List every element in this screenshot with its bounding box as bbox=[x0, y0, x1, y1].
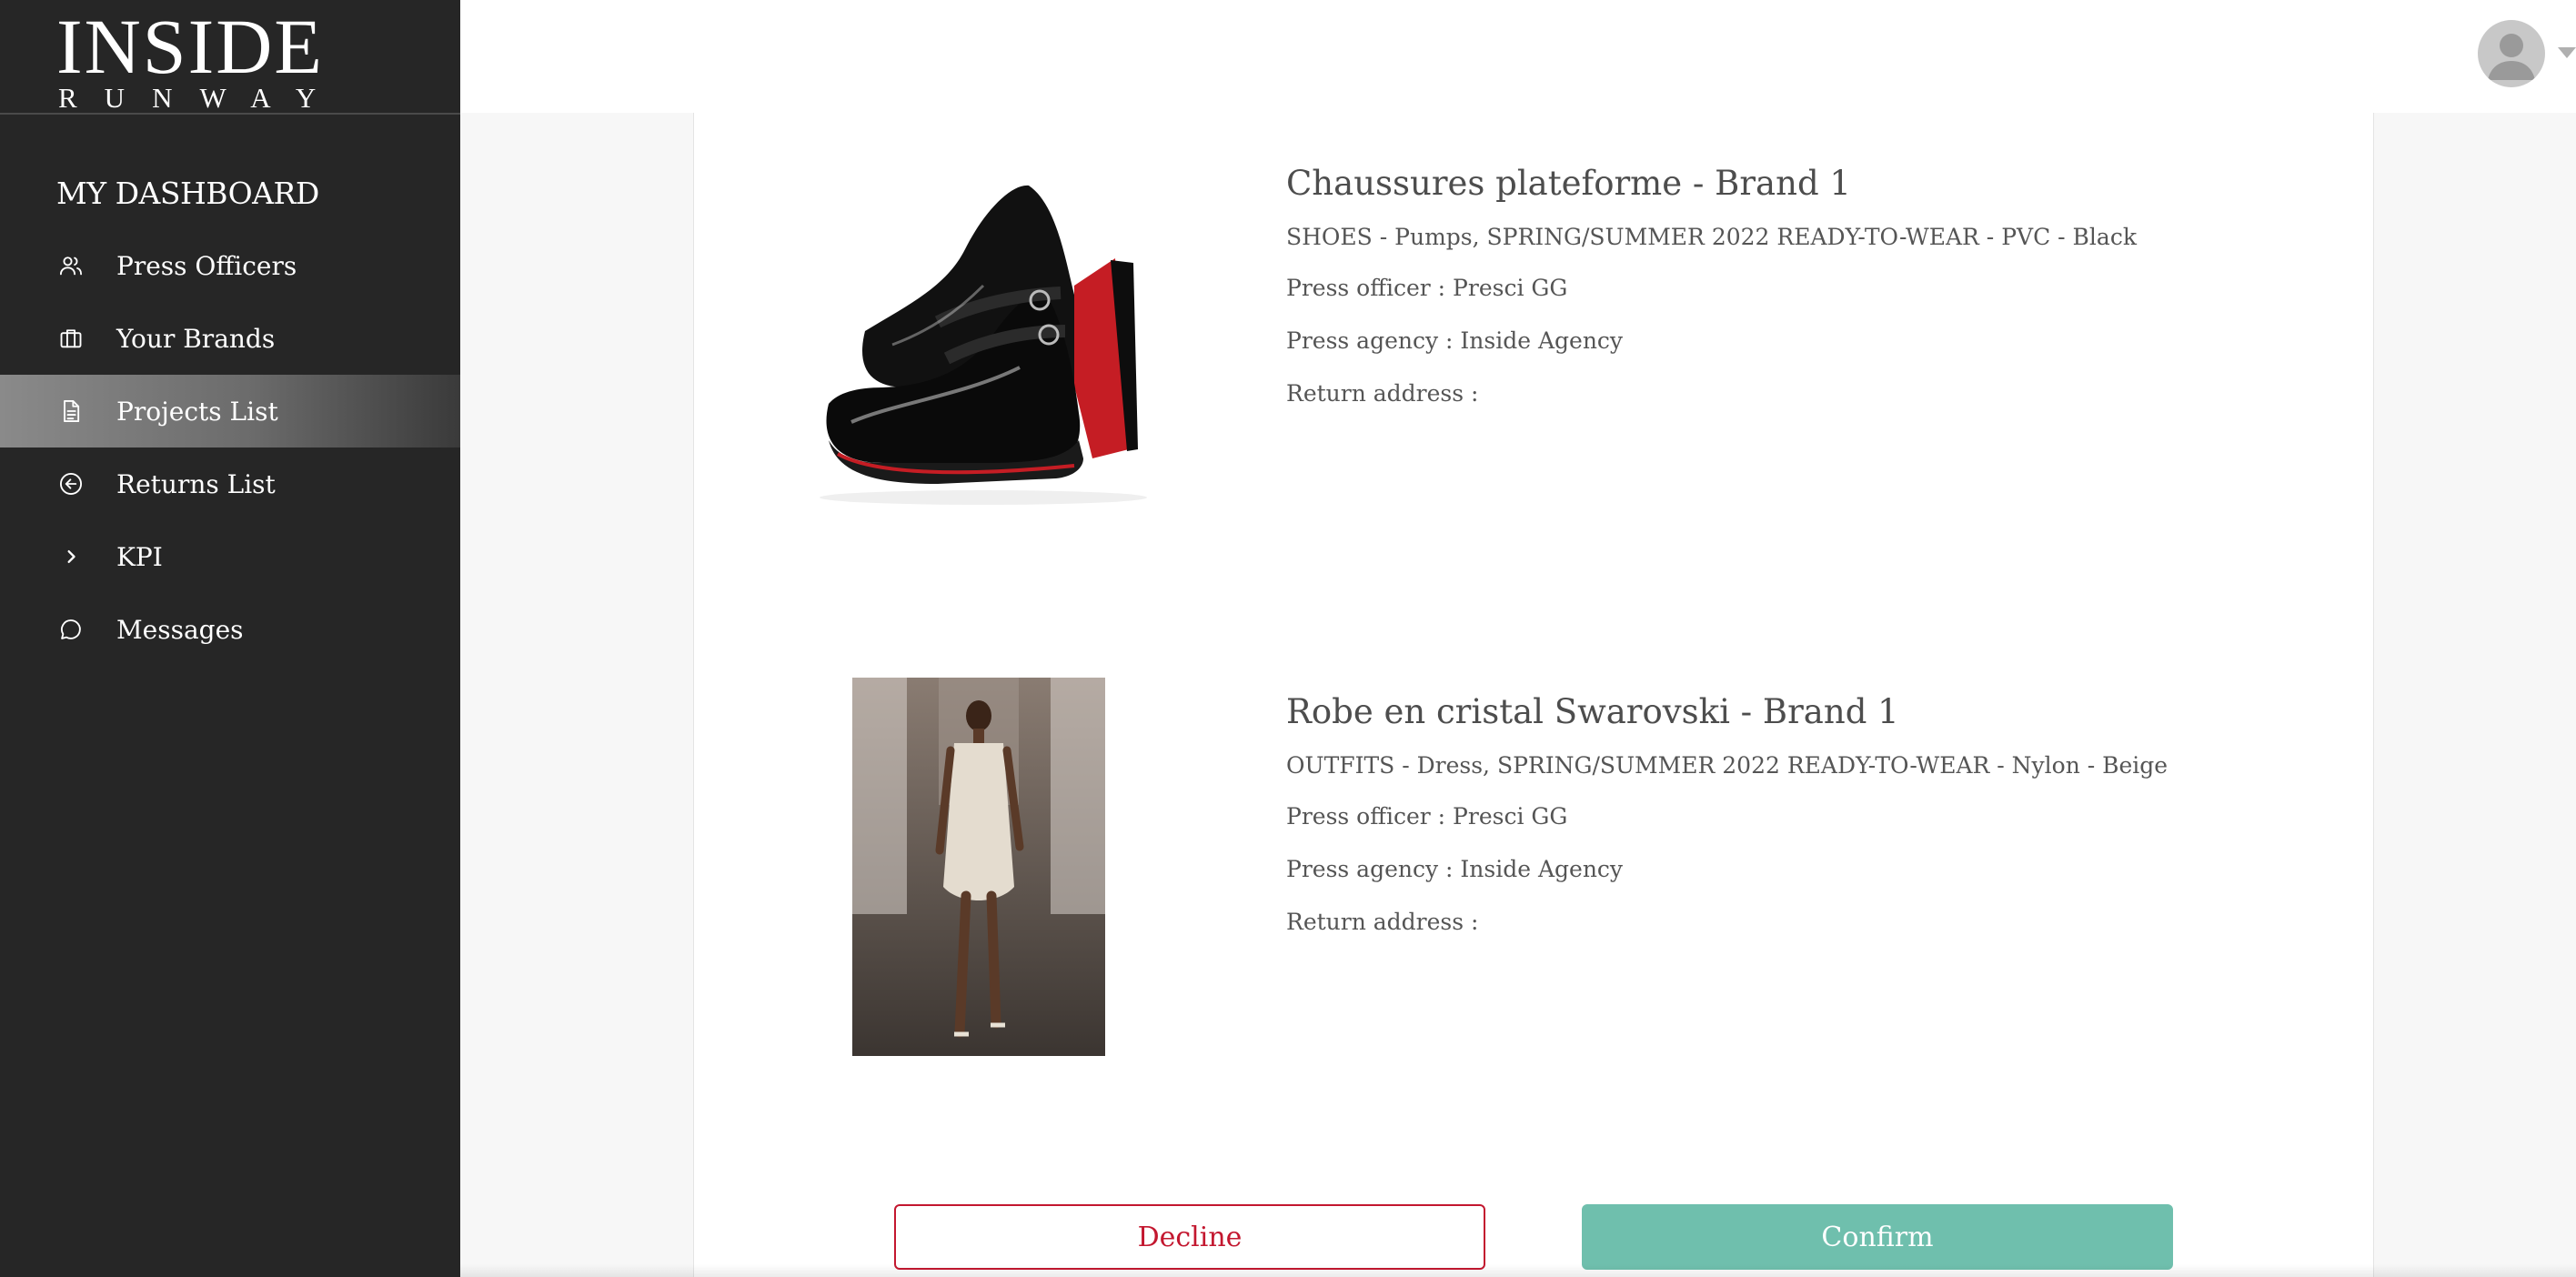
sidebar-item-returns-list[interactable]: Returns List bbox=[0, 447, 460, 520]
sidebar-item-label: Projects List bbox=[116, 396, 278, 427]
sidebar-item-messages[interactable]: Messages bbox=[0, 593, 460, 666]
sidebar-divider bbox=[0, 113, 460, 115]
product-details: OUTFITS - Dress, SPRING/SUMMER 2022 READ… bbox=[1286, 752, 2168, 779]
briefcase-icon bbox=[58, 326, 84, 351]
sidebar: INSIDE RUNWAY MY DASHBOARD Press Officer… bbox=[0, 0, 460, 1277]
runway-model-dress-image bbox=[852, 678, 1105, 1056]
product-details: SHOES - Pumps, SPRING/SUMMER 2022 READY-… bbox=[1286, 224, 2137, 250]
sidebar-item-label: KPI bbox=[116, 541, 163, 572]
sidebar-item-projects-list[interactable]: Projects List bbox=[0, 375, 460, 447]
sidebar-item-kpi[interactable]: KPI bbox=[0, 520, 460, 593]
press-officer-text: Press officer : Presci GG bbox=[1286, 803, 1568, 830]
sidebar-item-press-officers[interactable]: Press Officers bbox=[0, 229, 460, 302]
sidebar-item-your-brands[interactable]: Your Brands bbox=[0, 302, 460, 375]
return-address-label: Return address : bbox=[1286, 909, 1479, 935]
project-detail-panel: Chaussures plateforme - Brand 1 SHOES - … bbox=[693, 113, 2374, 1277]
return-address-label: Return address : bbox=[1286, 380, 1479, 407]
logo-sub-text: RUNWAY bbox=[58, 82, 344, 114]
confirm-button[interactable]: Confirm bbox=[1582, 1204, 2173, 1270]
press-agency-text: Press agency : Inside Agency bbox=[1286, 327, 1624, 354]
users-icon bbox=[58, 253, 84, 278]
chat-bubble-icon bbox=[58, 617, 84, 642]
logo-main-text: INSIDE bbox=[56, 3, 324, 90]
chevron-right-icon bbox=[58, 544, 84, 569]
arrow-left-circle-icon bbox=[58, 471, 84, 497]
black-platform-pump-image bbox=[801, 149, 1165, 513]
sidebar-nav: Press Officers Your Brands Projects List… bbox=[0, 229, 460, 666]
product-title: Robe en cristal Swarovski - Brand 1 bbox=[1286, 692, 1899, 731]
document-icon bbox=[58, 398, 84, 424]
return-address-text: Return address : bbox=[1286, 909, 1478, 935]
sidebar-item-label: Press Officers bbox=[116, 250, 297, 281]
bottom-edge-shadow bbox=[460, 1264, 2576, 1277]
sidebar-item-label: Messages bbox=[116, 614, 244, 645]
press-agency-text: Press agency : Inside Agency bbox=[1286, 856, 1624, 882]
return-address-text: Return address : bbox=[1286, 380, 1478, 407]
chevron-down-icon[interactable] bbox=[2558, 47, 2576, 58]
inside-runway-logo[interactable]: INSIDE RUNWAY bbox=[56, 7, 343, 113]
user-avatar-icon[interactable] bbox=[2478, 20, 2545, 87]
decline-button[interactable]: Decline bbox=[894, 1204, 1485, 1270]
press-officer-text: Press officer : Presci GG bbox=[1286, 275, 1568, 301]
sidebar-item-label: Your Brands bbox=[116, 323, 276, 354]
top-header bbox=[460, 0, 2576, 113]
product-title: Chaussures plateforme - Brand 1 bbox=[1286, 164, 1851, 203]
sidebar-item-label: Returns List bbox=[116, 468, 276, 499]
dashboard-title: MY DASHBOARD bbox=[56, 176, 319, 211]
